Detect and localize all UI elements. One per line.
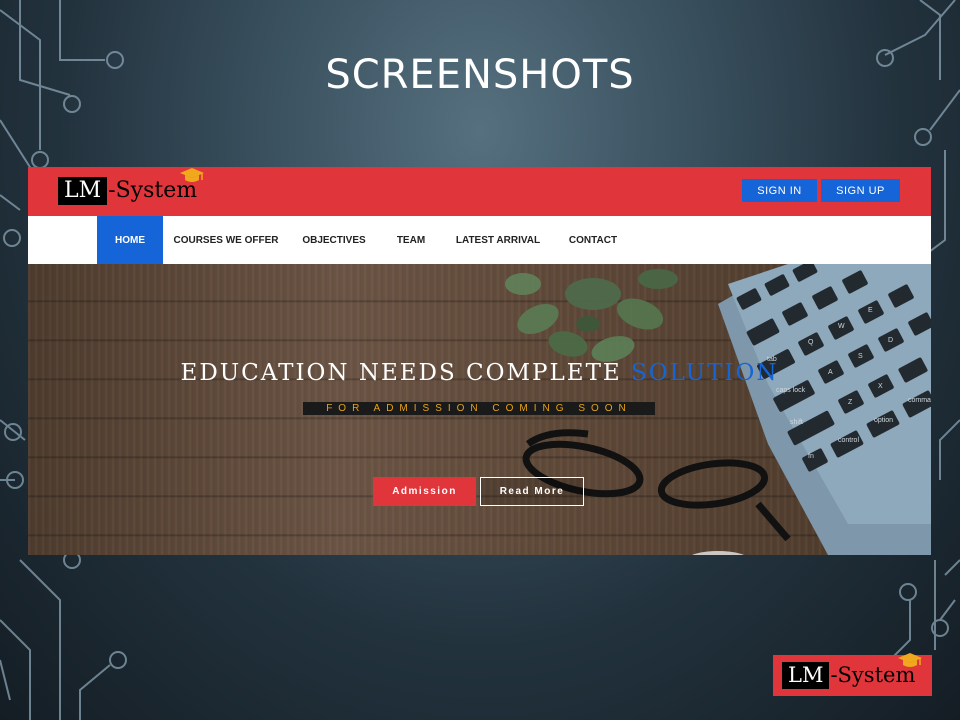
read-more-button[interactable]: Read More [480,477,584,506]
site-logo[interactable]: LM -System [58,168,205,205]
key-label-shift: shift [790,419,803,426]
nav-item-objectives[interactable]: OBJECTIVES [300,216,368,264]
key-label-w: W [838,323,845,330]
corner-logo-box-text: LM [782,662,830,689]
key-label-command: command [908,397,931,404]
website-screenshot: LM -System SIGN IN SIGN UP HOME COURSES … [28,167,931,555]
key-label-s: S [858,353,863,360]
corner-logo-badge: LM -System [773,653,932,696]
laptop-illustration: tab caps lock shift fn control option co… [718,264,931,555]
graduation-cap-icon [180,168,205,182]
key-label-caps-lock: caps lock [776,387,806,394]
key-label-q: Q [808,339,814,346]
key-label-fn: fn [808,453,814,460]
nav-item-latest-arrival[interactable]: LATEST ARRIVAL [454,216,542,264]
key-label-e: E [868,307,873,314]
nav-item-home[interactable]: HOME [97,216,163,264]
key-label-z: Z [848,399,853,406]
hero-headline-main: EDUCATION NEEDS COMPLETE [180,360,632,386]
main-nav: HOME COURSES WE OFFER OBJECTIVES TEAM LA… [28,216,931,264]
slide-title: SCREENSHOTS [325,52,635,98]
sign-in-button[interactable]: SIGN IN [742,179,817,202]
graduation-cap-icon [898,653,923,667]
corner-logo-text: -System [830,653,923,689]
hero-headline-accent: SOLUTION [631,360,779,386]
nav-item-contact[interactable]: CONTACT [564,216,622,264]
sign-up-button[interactable]: SIGN UP [821,179,900,202]
nav-item-courses[interactable]: COURSES WE OFFER [173,216,279,264]
site-header: LM -System SIGN IN SIGN UP [28,167,931,216]
key-label-d: D [888,337,893,344]
key-label-control: control [838,437,859,444]
nav-item-team[interactable]: TEAM [390,216,432,264]
hero-headline: EDUCATION NEEDS COMPLETE SOLUTION [28,360,931,386]
plant-illustration [505,269,678,362]
logo-text: -System [108,168,205,205]
key-label-option: option [874,417,893,424]
logo-box-text: LM [58,177,108,205]
admission-button[interactable]: Admission [373,477,476,506]
corner-logo: LM -System [782,653,923,689]
hero-banner: tab caps lock shift fn control option co… [28,264,931,555]
hero-subline: FOR ADMISSION COMING SOON [303,402,655,415]
